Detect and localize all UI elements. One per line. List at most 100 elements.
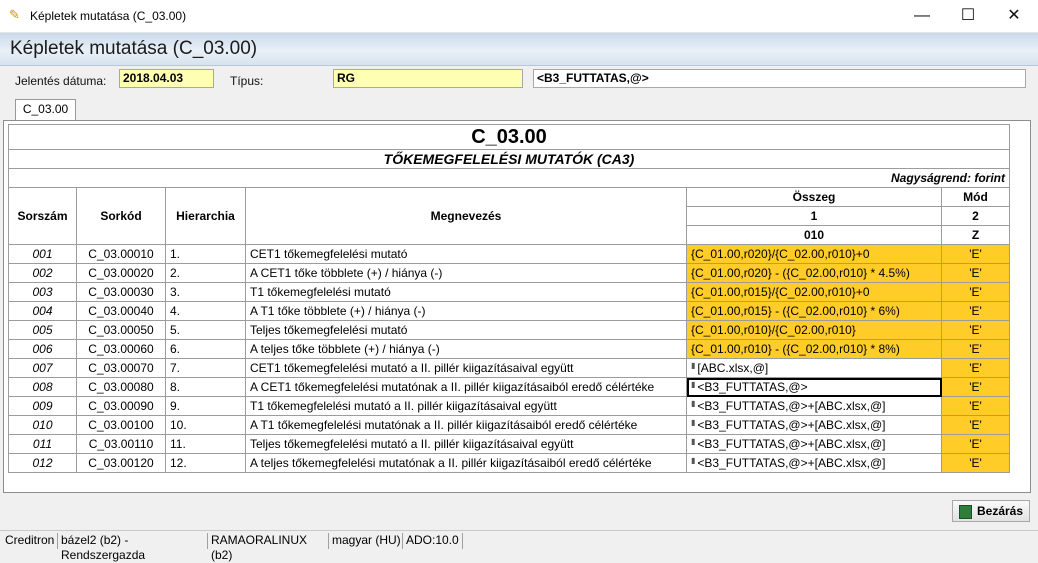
formula-text: {C_01.00,r015}/{C_02.00,r010}+0 xyxy=(691,285,870,299)
table-row[interactable]: 004 C_03.00040 4. A T1 tőke többlete (+) / … xyxy=(8,301,1010,321)
row-number: 003 xyxy=(8,282,77,302)
row-name: T1 tőkemegfelelési mutató xyxy=(245,282,687,302)
tab-bar: C_03.00 xyxy=(0,96,1038,120)
formula-text: <B3_FUTTATAS,@> xyxy=(697,380,808,394)
table-row[interactable]: 005 C_03.00050 5. Teljes tőkemegfelelési mu… xyxy=(8,320,1010,340)
formula-cell[interactable]: ▮ <B3_FUTTATAS,@> xyxy=(686,377,942,397)
window-title: Képletek mutatása (C_03.00) xyxy=(30,9,187,23)
row-code: C_03.00010 xyxy=(76,244,166,264)
row-name: A T1 tőkemegfelelési mutatónak a II. pil… xyxy=(245,415,687,435)
row-number: 008 xyxy=(8,377,77,397)
header-col1: 1 xyxy=(686,206,942,226)
row-name: Teljes tőkemegfelelési mutató a II. pill… xyxy=(245,434,687,454)
row-name: A T1 tőke többlete (+) / hiánya (-) xyxy=(245,301,687,321)
edit-marker-icon: ▮ xyxy=(691,399,696,408)
formula-text: {C_01.00,r010}/{C_02.00,r010} xyxy=(691,323,856,337)
mode-cell[interactable]: 'E' xyxy=(941,282,1010,302)
row-hierarchy: 6. xyxy=(165,339,246,359)
mode-cell[interactable]: 'E' xyxy=(941,415,1010,435)
mode-cell[interactable]: 'E' xyxy=(941,263,1010,283)
row-number: 007 xyxy=(8,358,77,378)
row-hierarchy: 1. xyxy=(165,244,246,264)
formula-cell[interactable]: {C_01.00,r015} - ({C_02.00,r010} * 6%) xyxy=(686,301,942,321)
mode-cell[interactable]: 'E' xyxy=(941,453,1010,473)
table-row[interactable]: 011 C_03.00110 11. Teljes tőkemegfelelési m… xyxy=(8,434,1010,454)
status-user: bázel2 (b2) - Rendszergazda xyxy=(58,533,208,562)
formula-cell[interactable]: {C_01.00,r020} - ({C_02.00,r010} * 4.5%) xyxy=(686,263,942,283)
table-row[interactable]: 002 C_03.00020 2. A CET1 tőke többlete (+) … xyxy=(8,263,1010,283)
formula-cell[interactable]: {C_01.00,r015}/{C_02.00,r010}+0 xyxy=(686,282,942,302)
row-hierarchy: 11. xyxy=(165,434,246,454)
row-code: C_03.00020 xyxy=(76,263,166,283)
row-number: 005 xyxy=(8,320,77,340)
formula-cell[interactable]: {C_01.00,r010}/{C_02.00,r010} xyxy=(686,320,942,340)
formula-text: <B3_FUTTATAS,@>+[ABC.xlsx,@] xyxy=(697,437,886,451)
type-field[interactable]: RG xyxy=(333,69,523,88)
row-code: C_03.00030 xyxy=(76,282,166,302)
close-button[interactable]: Bezárás xyxy=(952,500,1030,522)
unit-label: Nagyságrend: forint xyxy=(8,168,1010,188)
formula-text: {C_01.00,r015} - ({C_02.00,r010} * 6%) xyxy=(691,304,900,318)
report-date-field[interactable]: 2018.04.03 xyxy=(119,69,214,88)
formula-cell[interactable]: ▮ <B3_FUTTATAS,@>+[ABC.xlsx,@] xyxy=(686,453,942,473)
mode-cell[interactable]: 'E' xyxy=(941,434,1010,454)
formula-cell[interactable]: ▮ <B3_FUTTATAS,@>+[ABC.xlsx,@] xyxy=(686,415,942,435)
expression-field[interactable]: <B3_FUTTATAS,@> xyxy=(533,69,1026,88)
status-app: Creditron xyxy=(2,533,58,549)
row-hierarchy: 3. xyxy=(165,282,246,302)
table-row[interactable]: 007 C_03.00070 7. CET1 tőkemegfelelési muta… xyxy=(8,358,1010,378)
table-row[interactable]: 001 C_03.00010 1. CET1 tőkemegfelelési muta… xyxy=(8,244,1010,264)
app-icon: ✎ xyxy=(9,7,20,22)
row-number: 002 xyxy=(8,263,77,283)
mode-cell[interactable]: 'E' xyxy=(941,396,1010,416)
table-row[interactable]: 003 C_03.00030 3. T1 tőkemegfelelési mutató… xyxy=(8,282,1010,302)
formula-cell[interactable]: ▮ [ABC.xlsx,@] xyxy=(686,358,942,378)
status-host: RAMAORALINUX (b2) xyxy=(208,533,329,562)
close-window-button[interactable]: ✕ xyxy=(991,0,1037,31)
report-date-label: Jelentés dátuma: xyxy=(15,74,107,88)
table-row[interactable]: 009 C_03.00090 9. T1 tőkemegfelelési mutató… xyxy=(8,396,1010,416)
row-name: A CET1 tőke többlete (+) / hiánya (-) xyxy=(245,263,687,283)
header-hierarchia: Hierarchia xyxy=(165,187,246,245)
header-osszeg: Összeg xyxy=(686,187,942,207)
formula-cell[interactable]: ▮ <B3_FUTTATAS,@>+[ABC.xlsx,@] xyxy=(686,434,942,454)
row-number: 001 xyxy=(8,244,77,264)
header-sorkod: Sorkód xyxy=(76,187,166,245)
formula-cell[interactable]: ▮ <B3_FUTTATAS,@>+[ABC.xlsx,@] xyxy=(686,396,942,416)
table-row[interactable]: 006 C_03.00060 6. A teljes tőke többlete (+… xyxy=(8,339,1010,359)
row-number: 004 xyxy=(8,301,77,321)
mode-cell[interactable]: 'E' xyxy=(941,358,1010,378)
mode-cell[interactable]: 'E' xyxy=(941,320,1010,340)
edit-marker-icon: ▮ xyxy=(691,456,696,465)
tab-c0300[interactable]: C_03.00 xyxy=(15,99,76,120)
row-hierarchy: 2. xyxy=(165,263,246,283)
minimize-button[interactable]: — xyxy=(899,0,945,31)
row-hierarchy: 10. xyxy=(165,415,246,435)
edit-marker-icon: ▮ xyxy=(691,380,696,389)
table-row[interactable]: 008 C_03.00080 8. A CET1 tőkemegfelelési mu… xyxy=(8,377,1010,397)
exit-icon xyxy=(959,504,972,519)
mode-cell[interactable]: 'E' xyxy=(941,301,1010,321)
row-hierarchy: 12. xyxy=(165,453,246,473)
formula-cell[interactable]: {C_01.00,r020}/{C_02.00,r010}+0 xyxy=(686,244,942,264)
formula-text: {C_01.00,r020} - ({C_02.00,r010} * 4.5%) xyxy=(691,266,910,280)
header-col2: 2 xyxy=(941,206,1010,226)
status-version: ADO:10.0 xyxy=(403,533,463,549)
formula-text: <B3_FUTTATAS,@>+[ABC.xlsx,@] xyxy=(697,418,886,432)
row-name: T1 tőkemegfelelési mutató a II. pillér k… xyxy=(245,396,687,416)
mode-cell[interactable]: 'E' xyxy=(941,339,1010,359)
row-name: Teljes tőkemegfelelési mutató xyxy=(245,320,687,340)
report-title: TŐKEMEGFELELÉSI MUTATÓK (CA3) xyxy=(8,149,1010,169)
maximize-button[interactable]: ☐ xyxy=(945,0,991,31)
table-row[interactable]: 010 C_03.00100 10. A T1 tőkemegfelelési mut… xyxy=(8,415,1010,435)
row-number: 010 xyxy=(8,415,77,435)
close-button-label: Bezárás xyxy=(977,504,1024,518)
table-row[interactable]: 012 C_03.00120 12. A teljes tőkemegfelelési… xyxy=(8,453,1010,473)
formula-cell[interactable]: {C_01.00,r010} - ({C_02.00,r010} * 8%) xyxy=(686,339,942,359)
mode-cell[interactable]: 'E' xyxy=(941,244,1010,264)
row-hierarchy: 7. xyxy=(165,358,246,378)
row-hierarchy: 8. xyxy=(165,377,246,397)
row-code: C_03.00040 xyxy=(76,301,166,321)
mode-cell[interactable]: 'E' xyxy=(941,377,1010,397)
row-number: 011 xyxy=(8,434,77,454)
